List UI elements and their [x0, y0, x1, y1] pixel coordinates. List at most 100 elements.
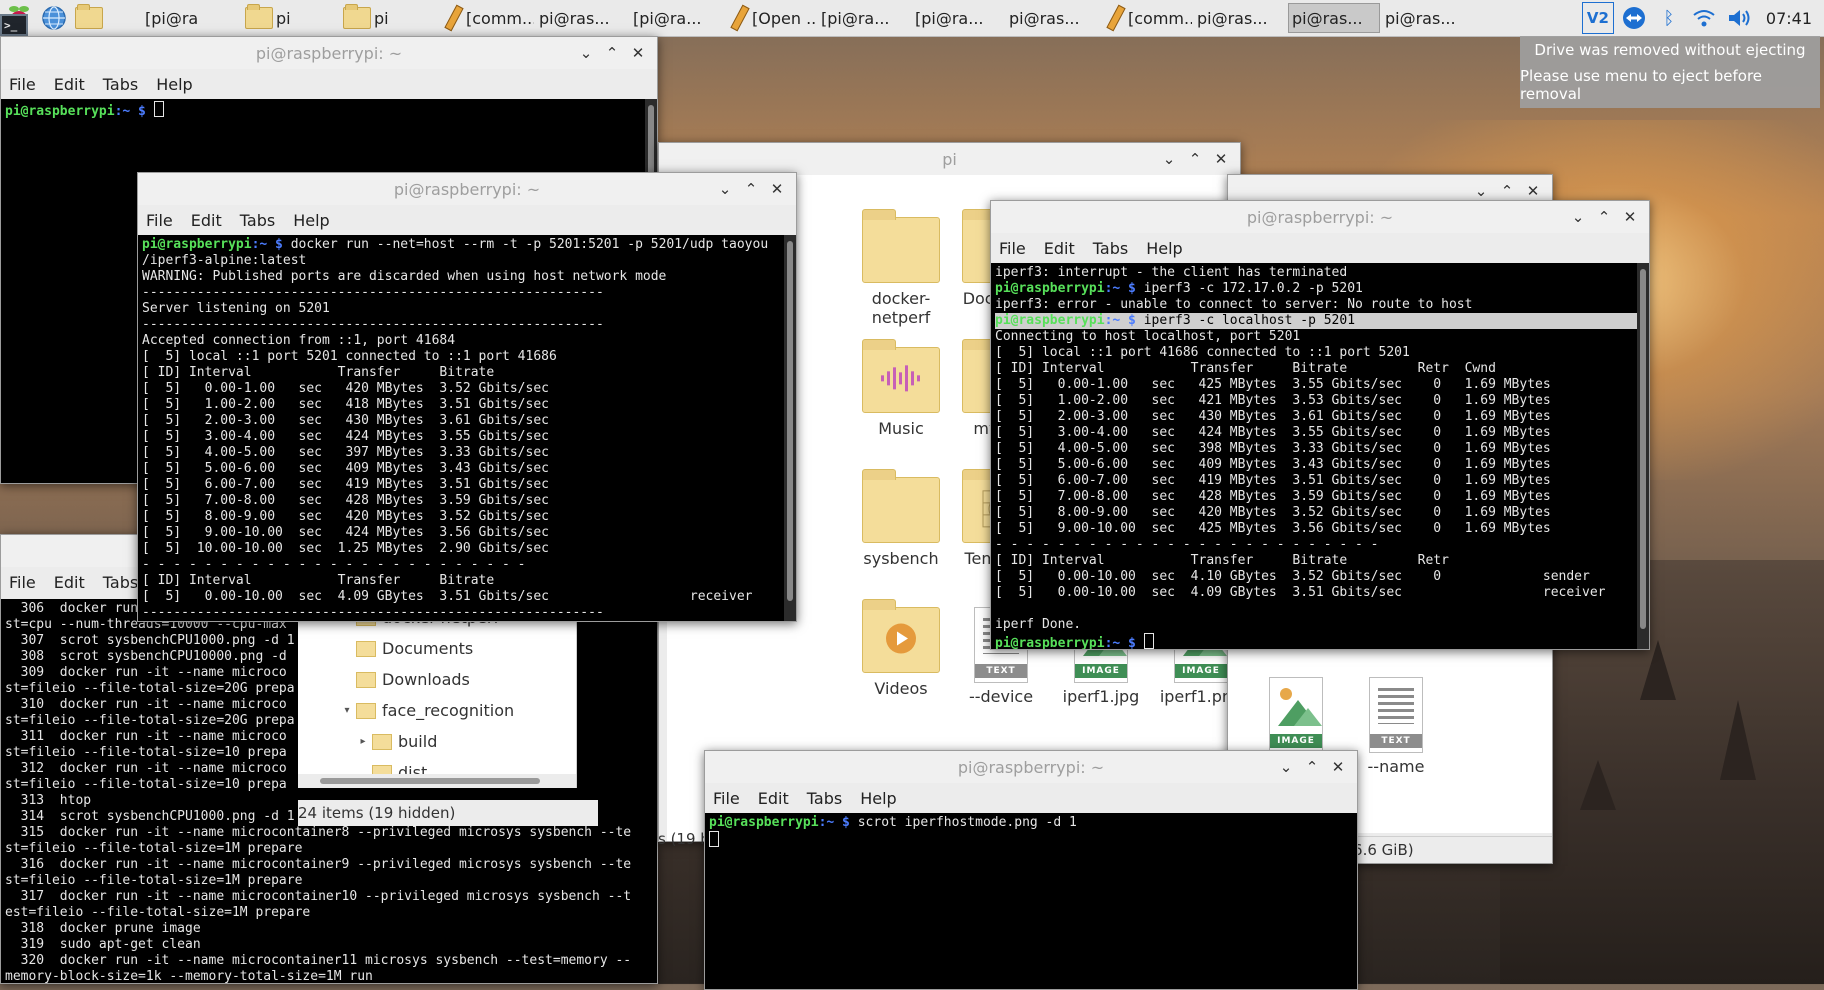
terminal-line: - - - - - - - - - - - - - - - - - - - - … [142, 557, 526, 572]
menu-help[interactable]: Help [156, 75, 192, 94]
taskbar-window-button[interactable]: pi [340, 3, 436, 33]
terminal-window-iperf-client: pi@raspberrypi: ~ ⌄ ⌃ ✕ File Edit Tabs Hel… [990, 200, 1650, 650]
music-note-icon [879, 363, 923, 400]
menu-help[interactable]: Help [860, 789, 896, 808]
scrollbar[interactable] [784, 235, 796, 621]
tree-item[interactable]: ▸ build [298, 726, 576, 757]
file-item[interactable]: Music [847, 339, 955, 438]
taskbar-window-button[interactable]: >_ [pi@ra... [0, 3, 1004, 36]
menu-file[interactable]: File [9, 573, 36, 592]
minimize-icon[interactable]: ⌄ [1273, 758, 1299, 776]
minimize-icon[interactable]: ⌄ [712, 180, 738, 198]
bluetooth-icon[interactable]: ᛒ [1654, 3, 1684, 33]
terminal-line: 320 docker run -it --name microcontainer… [5, 953, 632, 968]
taskbar: >_ >_[pi@rapipi[comm...>_pi@ras...>_[pi@… [0, 0, 1824, 37]
expand-arrow-icon[interactable]: ▾ [338, 705, 356, 716]
menu-edit[interactable]: Edit [191, 211, 222, 230]
web-browser-icon[interactable] [38, 3, 70, 33]
teamviewer-icon[interactable] [1619, 3, 1649, 33]
close-icon[interactable]: ✕ [1617, 208, 1643, 226]
tree-item[interactable]: ▾ face_recognition [298, 695, 576, 726]
window-titlebar[interactable]: pi@raspberrypi: ~ ⌄ ⌃ ✕ [1, 37, 657, 69]
taskbar-window-button[interactable]: >_ [pi@ra... [0, 3, 910, 36]
menu-tabs[interactable]: Tabs [807, 789, 842, 808]
maximize-icon[interactable]: ⌃ [1591, 208, 1617, 226]
file-item[interactable]: docker- netperf [847, 209, 955, 327]
wifi-icon[interactable] [1689, 3, 1719, 33]
minimize-icon[interactable]: ⌄ [573, 44, 599, 62]
menu-file[interactable]: File [713, 789, 740, 808]
window-titlebar[interactable]: pi@raspberrypi: ~ ⌄ ⌃ ✕ [138, 173, 796, 205]
terminal-line: [ 5] 8.00-9.00 sec 420 MBytes 3.52 Gbits… [995, 505, 1551, 520]
menu-tabs[interactable]: Tabs [103, 573, 138, 592]
notification-popup[interactable]: Drive was removed without ejecting Pleas… [1520, 36, 1820, 108]
tree-item[interactable]: Downloads [298, 664, 576, 695]
command-text: scrot iperfhostmode.png -d 1 [857, 815, 1077, 830]
menu-tabs[interactable]: Tabs [103, 75, 138, 94]
file-item[interactable]: sysbench [847, 469, 955, 568]
menu-file[interactable]: File [146, 211, 173, 230]
close-icon[interactable]: ✕ [1208, 150, 1234, 168]
menu-file[interactable]: File [9, 75, 36, 94]
window-titlebar[interactable]: pi@raspberrypi: ~ ⌄ ⌃ ✕ [705, 751, 1357, 783]
menu-tabs[interactable]: Tabs [240, 211, 275, 230]
window-titlebar[interactable]: pi ⌄ ⌃ ✕ [659, 143, 1240, 175]
minimize-icon[interactable]: ⌄ [1565, 208, 1591, 226]
close-icon[interactable]: ✕ [1325, 758, 1351, 776]
close-icon[interactable]: ✕ [1520, 182, 1546, 200]
taskbar-window-button[interactable]: [comm... [438, 3, 534, 33]
terminal-output[interactable]: iperf3: interrupt - the client has termi… [991, 263, 1649, 649]
taskbar-window-button[interactable]: >_[pi@ra [0, 3, 240, 36]
taskbar-window-button[interactable]: >_ pi@ras... [0, 3, 628, 36]
terminal-line: Server listening on 5201 [142, 301, 330, 316]
taskbar-window-button[interactable]: >_ pi@ras... [0, 3, 1380, 36]
expand-arrow-icon[interactable]: ▸ [354, 736, 372, 747]
maximize-icon[interactable]: ⌃ [1299, 758, 1325, 776]
menu-tabs[interactable]: Tabs [1093, 239, 1128, 258]
menu-edit[interactable]: Edit [1044, 239, 1075, 258]
taskbar-window-button[interactable]: >_ pi@ras... [0, 3, 1474, 36]
menu-help[interactable]: Help [1146, 239, 1182, 258]
clock[interactable]: 07:41 [1766, 9, 1812, 28]
tree-item-label: Documents [382, 639, 474, 658]
terminal-output[interactable]: pi@raspberrypi:~ $ scrot iperfhostmode.p… [705, 813, 1357, 989]
file-item[interactable]: TEXT --name [1342, 677, 1450, 776]
terminal-window-iperf-server: pi@raspberrypi: ~ ⌄ ⌃ ✕ File Edit Tabs Hel… [137, 172, 797, 622]
maximize-icon[interactable]: ⌃ [1494, 182, 1520, 200]
terminal-output[interactable]: pi@raspberrypi:~ $ docker run --net=host… [138, 235, 796, 621]
folder-icon [245, 4, 273, 29]
close-icon[interactable]: ✕ [764, 180, 790, 198]
taskbar-window-button[interactable]: [comm... [1100, 3, 1192, 33]
minimize-icon[interactable]: ⌄ [1468, 182, 1494, 200]
taskbar-window-button[interactable]: [Open ... [724, 3, 816, 33]
taskbar-window-button[interactable]: >_ pi@ras... [0, 3, 1286, 36]
maximize-icon[interactable]: ⌃ [599, 44, 625, 62]
taskbar-window-button[interactable]: pi [242, 3, 338, 33]
menu-bar: File Edit Tabs Help [991, 233, 1649, 263]
terminal-line: st=fileio --file-total-size=1M prepare [5, 841, 303, 856]
close-icon[interactable]: ✕ [625, 44, 651, 62]
menu-help[interactable]: Help [293, 211, 329, 230]
tree-item-label: face_recognition [382, 701, 515, 720]
menu-edit[interactable]: Edit [54, 75, 85, 94]
menu-edit[interactable]: Edit [758, 789, 789, 808]
terminal-launcher-icon[interactable]: >_ [0, 3, 140, 36]
window-titlebar[interactable]: pi@raspberrypi: ~ ⌄ ⌃ ✕ [991, 201, 1649, 233]
horizontal-scrollbar[interactable] [298, 774, 576, 788]
window-title: pi@raspberrypi: ~ [393, 179, 541, 199]
terminal-line: [ 5] 0.00-10.00 sec 4.09 GBytes 3.51 Gbi… [142, 589, 753, 604]
minimize-icon[interactable]: ⌄ [1156, 150, 1182, 168]
scrollbar[interactable] [1637, 263, 1649, 649]
taskbar-window-button[interactable]: >_ pi@ras... [0, 3, 1098, 36]
vnc-icon[interactable]: V2 [1581, 2, 1614, 34]
menu-file[interactable]: File [999, 239, 1026, 258]
file-manager-launcher-icon[interactable] [73, 3, 105, 33]
maximize-icon[interactable]: ⌃ [738, 180, 764, 198]
notification-line-2: Please use menu to eject before removal [1520, 67, 1763, 103]
volume-icon[interactable] [1724, 3, 1754, 33]
tree-item[interactable]: Documents [298, 633, 576, 664]
menu-edit[interactable]: Edit [54, 573, 85, 592]
file-item[interactable]: Videos [847, 599, 955, 698]
maximize-icon[interactable]: ⌃ [1182, 150, 1208, 168]
taskbar-window-button[interactable]: >_ [pi@ra... [0, 3, 722, 36]
